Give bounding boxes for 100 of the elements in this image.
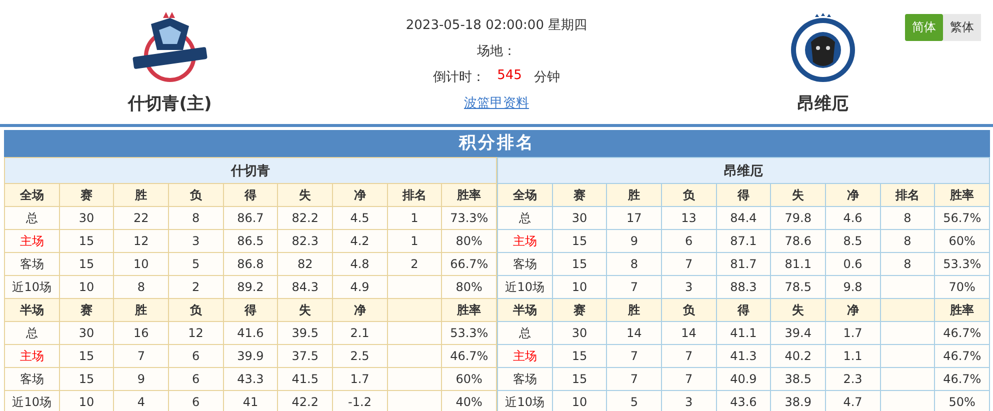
table-cell: 4.6 bbox=[825, 206, 880, 230]
column-header: 胜率 bbox=[934, 184, 990, 206]
column-header: 半场 bbox=[498, 298, 552, 322]
table-cell: 7 bbox=[661, 344, 716, 368]
countdown-value: 545 bbox=[497, 68, 522, 85]
table-cell: 53.3% bbox=[442, 322, 496, 344]
venue-label: 场地： bbox=[477, 43, 516, 60]
table-cell: 2.1 bbox=[332, 322, 388, 344]
team-header: 昂维厄 bbox=[498, 158, 990, 184]
table-cell: 17 bbox=[606, 206, 662, 230]
column-header: 赛 bbox=[59, 298, 114, 322]
countdown-label: 倒计时： bbox=[433, 69, 486, 86]
table-cell: 40.9 bbox=[716, 368, 771, 390]
table-cell: 86.8 bbox=[223, 252, 278, 276]
column-header: 失 bbox=[278, 298, 332, 322]
table-cell: 88.3 bbox=[716, 276, 771, 298]
table-cell: 9 bbox=[114, 368, 168, 390]
league-info-link[interactable]: 波篮甲资料 bbox=[464, 94, 529, 112]
table-cell: 89.2 bbox=[223, 276, 278, 298]
table-cell: 7 bbox=[606, 276, 662, 298]
table-cell: 1.7 bbox=[332, 368, 388, 390]
table-cell: 3 bbox=[661, 276, 716, 298]
language-tab[interactable]: 繁体 bbox=[943, 14, 981, 41]
table-cell: 84.4 bbox=[716, 206, 771, 230]
table-cell: 14 bbox=[606, 322, 662, 344]
column-header: 得 bbox=[716, 184, 771, 206]
table-cell: 8.5 bbox=[825, 230, 880, 252]
table-cell: 41.3 bbox=[716, 344, 771, 368]
table-cell: 1 bbox=[387, 230, 442, 252]
table-cell: 0.6 bbox=[825, 252, 880, 276]
table-cell: 30 bbox=[59, 206, 114, 230]
table-cell: 41.1 bbox=[716, 322, 771, 344]
table-cell: 81.1 bbox=[770, 252, 826, 276]
table-cell: 41.6 bbox=[223, 322, 278, 344]
table-cell: 12 bbox=[168, 322, 224, 344]
table-cell: 总 bbox=[498, 206, 552, 230]
table-cell: 79.8 bbox=[770, 206, 826, 230]
table-cell: 2.3 bbox=[825, 368, 880, 390]
table-cell: 近10场 bbox=[498, 390, 552, 411]
standings-title: 积分排名 bbox=[4, 130, 990, 157]
table-cell: 7 bbox=[606, 368, 662, 390]
table-cell: 15 bbox=[552, 344, 607, 368]
column-header: 失 bbox=[770, 298, 826, 322]
table-cell: 2 bbox=[168, 276, 224, 298]
table-cell: 22 bbox=[114, 206, 168, 230]
table-cell: 8 bbox=[880, 252, 935, 276]
column-header: 净 bbox=[332, 184, 388, 206]
table-cell: 84.3 bbox=[278, 276, 332, 298]
table-cell: 近10场 bbox=[498, 276, 552, 298]
table-cell: 5 bbox=[606, 390, 662, 411]
away-team-name: 昂维厄 bbox=[798, 93, 848, 115]
match-datetime: 2023-05-18 02:00:00 星期四 bbox=[406, 17, 588, 34]
table-cell: 8 bbox=[168, 206, 224, 230]
table-cell: 40.2 bbox=[770, 344, 826, 368]
table-cell: 4.9 bbox=[332, 276, 388, 298]
table-cell: 15 bbox=[552, 368, 607, 390]
table-cell: 12 bbox=[114, 230, 168, 252]
column-header: 净 bbox=[825, 298, 880, 322]
table-cell: 总 bbox=[4, 206, 60, 230]
column-header: 负 bbox=[168, 298, 224, 322]
table-cell: 6 bbox=[168, 368, 224, 390]
column-header: 胜 bbox=[606, 184, 662, 206]
language-tab[interactable]: 简体 bbox=[905, 14, 943, 41]
table-cell: 80% bbox=[442, 276, 496, 298]
table-cell: 8 bbox=[606, 252, 662, 276]
table-cell: 43.6 bbox=[716, 390, 771, 411]
table-cell: 8 bbox=[114, 276, 168, 298]
table-cell: 87.1 bbox=[716, 230, 771, 252]
column-header: 得 bbox=[223, 184, 278, 206]
table-cell: 7 bbox=[606, 344, 662, 368]
column-header: 胜率 bbox=[442, 298, 496, 322]
table-cell: 9 bbox=[606, 230, 662, 252]
table-cell: 主场 bbox=[498, 230, 552, 252]
table-cell: 3 bbox=[168, 230, 224, 252]
table-cell: 46.7% bbox=[934, 344, 990, 368]
table-cell: 1.1 bbox=[825, 344, 880, 368]
table-cell: 38.9 bbox=[770, 390, 826, 411]
column-header: 排名 bbox=[880, 184, 935, 206]
table-cell: 2 bbox=[387, 252, 442, 276]
table-cell: 39.9 bbox=[223, 344, 278, 368]
table-cell: 客场 bbox=[498, 252, 552, 276]
column-header: 失 bbox=[770, 184, 826, 206]
column-header: 排名 bbox=[387, 184, 442, 206]
table-cell: 6 bbox=[168, 390, 224, 411]
table-cell: 2.5 bbox=[332, 344, 388, 368]
table-cell: 1 bbox=[387, 206, 442, 230]
column-header: 胜 bbox=[114, 184, 168, 206]
table-cell: 客场 bbox=[4, 368, 60, 390]
table-cell: 73.3% bbox=[442, 206, 496, 230]
table-cell: 4.5 bbox=[332, 206, 388, 230]
table-cell: 10 bbox=[59, 276, 114, 298]
table-cell: 客场 bbox=[498, 368, 552, 390]
table-cell: 53.3% bbox=[934, 252, 990, 276]
table-cell: 14 bbox=[661, 322, 716, 344]
table-cell: 46.7% bbox=[442, 344, 496, 368]
column-header: 半场 bbox=[4, 298, 60, 322]
table-cell: 43.3 bbox=[223, 368, 278, 390]
table-cell: 7 bbox=[661, 368, 716, 390]
column-header: 全场 bbox=[498, 184, 552, 206]
column-header: 赛 bbox=[59, 184, 114, 206]
